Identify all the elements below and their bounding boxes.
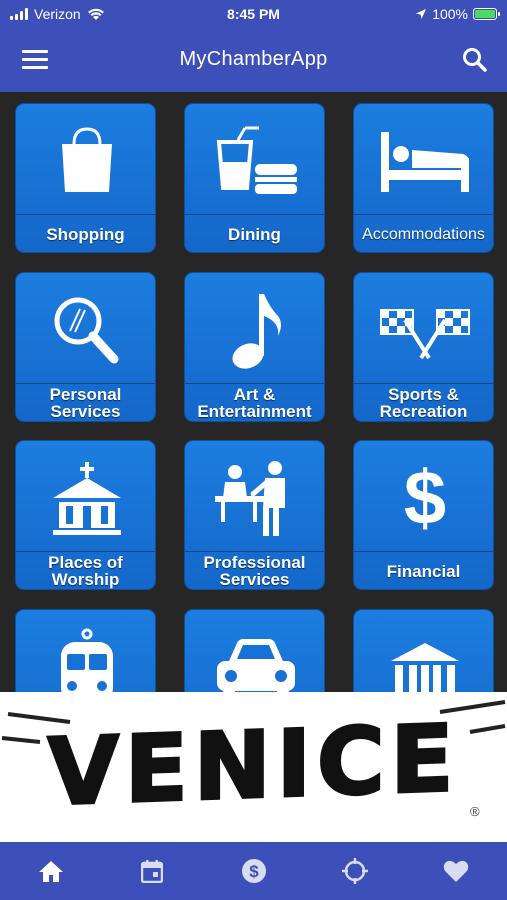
tile-label: Accommodations <box>362 225 485 243</box>
tile-accommodations[interactable]: Accommodations <box>353 103 494 253</box>
magnifier-icon <box>54 297 118 364</box>
battery-percent: 100% <box>432 6 468 22</box>
tile-shopping[interactable]: Shopping <box>15 103 156 253</box>
banner-logo-text: VENICE <box>46 703 461 827</box>
svg-text:$: $ <box>403 458 445 538</box>
heart-icon <box>444 860 469 882</box>
tile-label: Professional Services <box>203 553 306 589</box>
dollar-icon: $ <box>403 458 445 538</box>
tile-label: Financial <box>386 561 461 581</box>
dollar-circle-icon: $ <box>241 859 266 883</box>
tab-favorites[interactable] <box>406 842 507 900</box>
tile-places-of-worship[interactable]: Places of Worship <box>15 440 156 590</box>
tile-government[interactable] <box>353 609 494 692</box>
battery-icon <box>473 8 500 20</box>
tile-automotive[interactable] <box>184 609 325 692</box>
venice-banner[interactable]: VENICE ® <box>0 692 507 842</box>
shopping-bag-icon <box>61 127 112 192</box>
bed-icon <box>380 132 469 192</box>
music-note-icon <box>231 294 281 369</box>
government-building-icon <box>390 643 459 692</box>
search-icon[interactable] <box>461 46 489 74</box>
reception-desk-icon <box>214 461 285 536</box>
tab-calendar[interactable] <box>101 842 202 900</box>
status-bar: Verizon 8:45 PM 100% <box>0 0 507 30</box>
tile-professional-services[interactable]: Professional Services <box>184 440 325 590</box>
tile-sports-recreation[interactable]: Sports & Recreation <box>353 272 494 422</box>
bottom-tab-bar: $ <box>0 842 507 900</box>
page-title: MyChamberApp <box>179 48 328 70</box>
tile-label: Dining <box>228 224 281 244</box>
svg-text:$: $ <box>249 862 259 881</box>
tile-label: Shopping <box>46 224 125 244</box>
calendar-icon <box>141 860 164 883</box>
tile-personal-services[interactable]: Personal Services <box>15 272 156 422</box>
tile-label: Places of Worship <box>48 553 123 589</box>
registered-mark: ® <box>470 804 480 819</box>
tile-transportation[interactable] <box>15 609 156 692</box>
car-icon <box>216 639 295 692</box>
category-grid: Shopping Dining Accommodations Personal … <box>0 92 507 692</box>
crosshair-icon <box>341 858 368 884</box>
racing-flags-icon <box>379 309 470 360</box>
tile-label: Personal Services <box>49 385 122 421</box>
train-icon <box>60 628 113 692</box>
tile-label: Sports & Recreation <box>379 385 468 421</box>
tile-art-entertainment[interactable]: Art & Entertainment <box>184 272 325 422</box>
tab-nearby[interactable] <box>304 842 405 900</box>
church-icon <box>52 462 121 535</box>
home-icon <box>38 861 63 882</box>
tab-home[interactable] <box>0 842 101 900</box>
dining-icon <box>216 126 297 194</box>
location-arrow-icon <box>416 9 427 19</box>
tab-deals[interactable]: $ <box>203 842 304 900</box>
app-header: MyChamberApp <box>0 30 507 92</box>
tile-label: Art & Entertainment <box>197 385 312 421</box>
tile-financial[interactable]: $ Financial <box>353 440 494 590</box>
tile-dining[interactable]: Dining <box>184 103 325 253</box>
